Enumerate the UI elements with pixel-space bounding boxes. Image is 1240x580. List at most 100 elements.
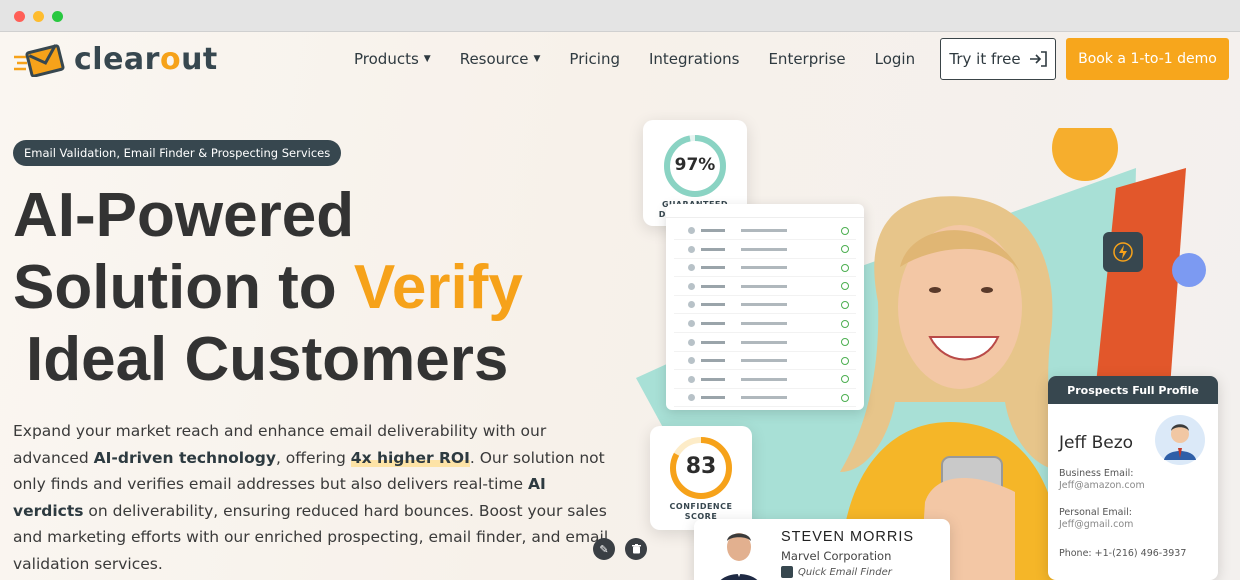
row-name-placeholder	[701, 340, 725, 344]
row-avatar-icon	[688, 394, 695, 402]
check-circle-icon	[841, 245, 849, 254]
row-email-placeholder	[741, 303, 787, 307]
check-circle-icon	[841, 319, 849, 328]
row-avatar-icon	[688, 320, 695, 327]
row-name-placeholder	[701, 247, 725, 251]
row-avatar-icon	[688, 245, 695, 253]
check-circle-icon	[841, 300, 849, 309]
deliverables-value: 97%	[674, 155, 716, 175]
confidence-label-1: CONFIDENCE	[669, 502, 733, 511]
row-email-placeholder	[741, 266, 787, 270]
table-row	[674, 222, 856, 240]
row-name-placeholder	[701, 396, 725, 400]
headline-line-3: Ideal Customers	[26, 325, 509, 394]
row-email-placeholder	[741, 284, 787, 288]
table-row	[674, 278, 856, 296]
prospect-name: STEVEN MORRIS	[781, 529, 915, 545]
confidence-value: 83	[685, 454, 717, 479]
row-name-placeholder	[701, 229, 725, 232]
prospect-company: Marvel Corporation	[781, 549, 892, 563]
row-avatar-icon	[688, 375, 695, 383]
check-circle-icon	[841, 338, 849, 347]
row-name-placeholder	[701, 359, 725, 363]
main-nav: Products ▼ Resource ▼ Pricing Integrations…	[354, 50, 944, 68]
table-row	[674, 334, 856, 352]
person-photo	[720, 533, 758, 580]
book-demo-button[interactable]: Book a 1-to-1 demo	[1066, 38, 1229, 80]
nav-integrations[interactable]: Integrations	[649, 50, 739, 68]
profile-name: Jeff Bezo	[1059, 433, 1134, 453]
row-email-placeholder	[741, 359, 787, 363]
row-avatar-icon	[688, 227, 695, 234]
table-row	[674, 241, 856, 259]
check-circle-icon	[841, 375, 849, 384]
confidence-card: 83 CONFIDENCE SCORE	[650, 426, 752, 530]
logo-wordmark: clearout	[74, 42, 218, 77]
nav-enterprise[interactable]: Enterprise	[768, 50, 845, 68]
nav-login[interactable]: Login	[875, 50, 915, 68]
row-email-placeholder	[741, 247, 787, 251]
envelope-logo-icon	[14, 43, 65, 77]
nav-resource[interactable]: Resource ▼	[460, 50, 541, 68]
minimize-window-dot[interactable]	[33, 11, 44, 22]
headline-line-1: AI-Powered	[13, 181, 355, 250]
check-circle-icon	[841, 282, 849, 291]
lightning-icon	[1103, 232, 1143, 272]
personal-email-label: Personal Email:	[1059, 507, 1132, 518]
pencil-icon[interactable]: ✎	[593, 538, 615, 560]
clearout-logo[interactable]: clearout	[14, 42, 218, 77]
try-it-free-label: Try it free	[949, 50, 1021, 68]
headline-line-2: Solution to Verify	[13, 253, 523, 322]
row-email-placeholder	[741, 340, 787, 344]
row-name-placeholder	[701, 303, 725, 307]
check-circle-icon	[841, 393, 849, 402]
phone-label: Phone: +1-(216) 496-3937	[1059, 548, 1187, 559]
business-email-value: Jeff@amazon.com	[1059, 480, 1145, 491]
table-row	[674, 389, 856, 408]
row-email-placeholder	[741, 229, 787, 232]
row-avatar-icon	[688, 264, 695, 272]
sign-in-arrow-icon	[1029, 51, 1047, 67]
table-row	[674, 371, 856, 389]
check-circle-icon	[841, 263, 849, 272]
quick-email-finder-tag: Quick Email Finder	[781, 566, 892, 578]
row-email-placeholder	[741, 322, 787, 325]
row-avatar-icon	[688, 338, 695, 346]
maximize-window-dot[interactable]	[52, 11, 63, 22]
table-row	[674, 259, 856, 278]
table-row	[674, 296, 856, 315]
check-circle-icon	[841, 226, 849, 235]
nav-products[interactable]: Products ▼	[354, 50, 431, 68]
row-name-placeholder	[701, 266, 725, 270]
personal-email-value: Jeff@gmail.com	[1059, 519, 1134, 530]
row-avatar-icon	[688, 301, 695, 309]
row-email-placeholder	[741, 377, 787, 381]
email-list-table	[666, 204, 864, 410]
try-it-free-button[interactable]: Try it free	[940, 38, 1056, 80]
hero-headline: AI-Powered Solution to Verify Ideal Cust…	[13, 180, 523, 396]
check-circle-icon	[841, 356, 849, 365]
row-email-placeholder	[741, 396, 787, 400]
row-name-placeholder	[701, 322, 725, 325]
hero-description: Expand your market reach and enhance ema…	[13, 422, 609, 573]
business-email-label: Business Email:	[1059, 468, 1134, 479]
table-row	[674, 352, 856, 371]
caret-down-icon: ▼	[423, 54, 431, 64]
nav-pricing[interactable]: Pricing	[569, 50, 620, 68]
prospect-profile-card: Prospects Full Profile Jeff Bezo Busines…	[1048, 376, 1218, 580]
prospect-card-steven-morris: STEVEN MORRIS Marvel Corporation Quick E…	[694, 519, 950, 580]
row-name-placeholder	[701, 377, 725, 381]
services-badge: Email Validation, Email Finder & Prospec…	[13, 140, 342, 166]
profile-card-title: Prospects Full Profile	[1048, 376, 1218, 404]
close-window-dot[interactable]	[14, 11, 25, 22]
row-name-placeholder	[701, 284, 725, 288]
browser-titlebar	[0, 0, 1240, 32]
landing-page: clearout Products ▼ Resource ▼ Pricing Int…	[0, 32, 1240, 580]
table-row	[674, 315, 856, 333]
row-avatar-icon	[688, 282, 695, 290]
finder-icon	[781, 566, 793, 578]
row-avatar-icon	[688, 357, 695, 365]
table-header	[666, 204, 864, 218]
avatar	[1155, 415, 1205, 465]
caret-down-icon: ▼	[533, 54, 541, 64]
